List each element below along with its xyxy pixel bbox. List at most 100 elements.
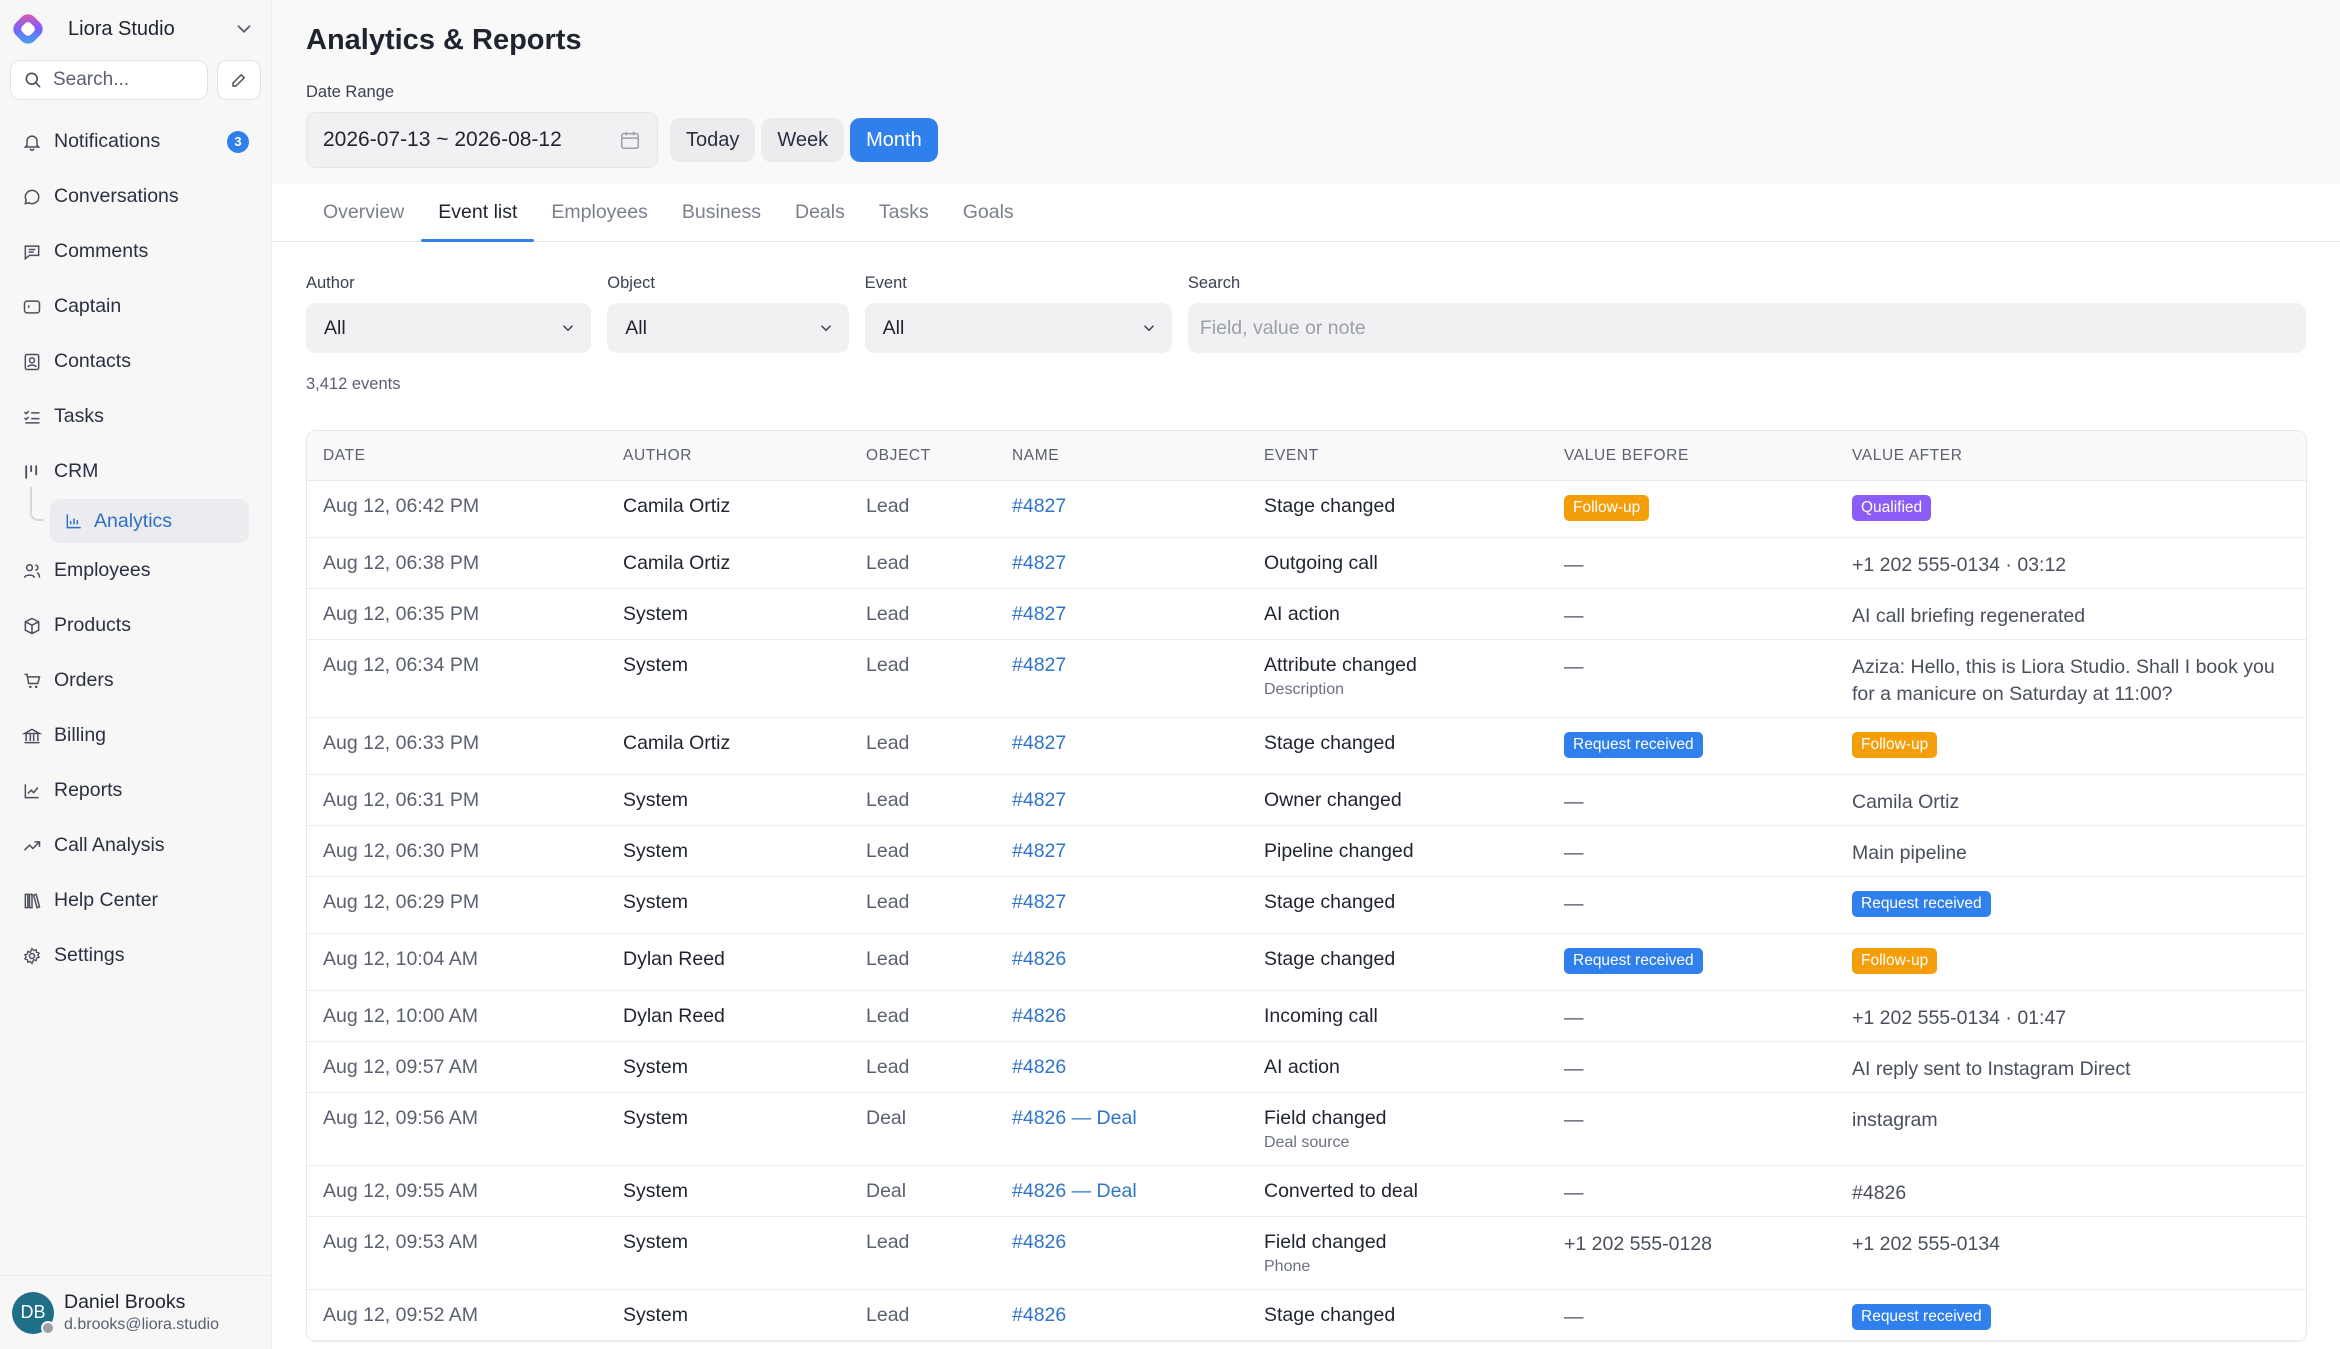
tab-event-list[interactable]: Event list (421, 184, 535, 242)
cell-object: Lead (866, 1304, 910, 1326)
table-row[interactable]: Aug 12, 10:00 AM Dylan Reed Lead #4826 Incom… (307, 991, 2306, 1042)
sidebar-item-orders[interactable]: Orders (0, 653, 271, 708)
page-title: Analytics & Reports (306, 24, 582, 56)
period-week-button[interactable]: Week (761, 118, 845, 162)
table-row[interactable]: Aug 12, 09:56 AM System Deal #4826 — Deal Fi… (307, 1093, 2306, 1166)
object-select[interactable]: All (607, 303, 849, 353)
column-header-object[interactable]: OBJECT (850, 447, 996, 465)
author-select[interactable]: All (306, 303, 592, 353)
cell-object: Lead (866, 840, 910, 862)
table-row[interactable]: Aug 12, 06:38 PM Camila Ortiz Lead #4827 Out… (307, 538, 2306, 589)
sidebar-item-notifications[interactable]: Notifications 3 (0, 114, 271, 169)
cell-name-link[interactable]: #4826 (996, 1056, 1248, 1079)
search-input[interactable]: Field, value or note (1187, 303, 2306, 353)
column-header-value-before[interactable]: VALUE BEFORE (1548, 447, 1836, 465)
status-badge: Follow-up (1564, 495, 1650, 521)
sidebar-item-reports[interactable]: Reports (0, 763, 271, 818)
cell-author: Dylan Reed (623, 1005, 725, 1027)
cell-name-link[interactable]: #4827 (996, 603, 1248, 626)
cell-value-after: Main pipeline (1836, 840, 2306, 867)
period-today-button[interactable]: Today (670, 118, 756, 162)
cell-name-link[interactable]: #4827 (996, 495, 1248, 518)
cell-name-link[interactable]: #4827 (996, 789, 1248, 812)
cell-name-link[interactable]: #4826 (996, 1304, 1248, 1327)
sidebar-item-label: Notifications (54, 130, 161, 152)
column-header-author[interactable]: AUTHOR (607, 447, 850, 465)
period-month-button[interactable]: Month (850, 118, 938, 162)
cell-event: Field changed Phone (1248, 1231, 1548, 1276)
column-header-date[interactable]: DATE (307, 447, 607, 465)
cell-author: System (623, 1107, 689, 1129)
table-row[interactable]: Aug 12, 09:53 AM System Lead #4826 Field cha… (307, 1217, 2306, 1290)
column-header-name[interactable]: NAME (996, 447, 1248, 465)
sidebar-item-contacts[interactable]: Contacts (0, 334, 271, 389)
cell-name-link[interactable]: #4826 (996, 1231, 1248, 1254)
cell-name-link[interactable]: #4826 (996, 948, 1248, 971)
sidebar-item-help-center[interactable]: Help Center (0, 873, 271, 928)
search-filter: Search Field, value or note (1187, 274, 2306, 353)
cell-name-link[interactable]: #4826 — Deal (996, 1107, 1248, 1130)
sidebar-search-placeholder: Search... (53, 69, 130, 90)
captain-icon (23, 299, 41, 314)
column-header-event[interactable]: EVENT (1248, 447, 1548, 465)
table-row[interactable]: Aug 12, 09:57 AM System Lead #4826 AI action… (307, 1042, 2306, 1093)
cell-name-link[interactable]: #4826 — Deal (996, 1180, 1248, 1203)
sidebar-item-tasks[interactable]: Tasks (0, 389, 271, 444)
cell-event: Field changed Deal source (1248, 1107, 1548, 1152)
event-type: Attribute changed (1264, 654, 1417, 676)
tab-deals[interactable]: Deals (778, 184, 862, 240)
table-row[interactable]: Aug 12, 06:33 PM Camila Ortiz Lead #4827 Sta… (307, 718, 2306, 775)
chevron-down-icon[interactable] (233, 18, 255, 40)
cell-value-before: — (1548, 840, 1836, 867)
sidebar-item-billing[interactable]: Billing (0, 708, 271, 763)
event-type: Field changed (1264, 1231, 1387, 1253)
table-row[interactable]: Aug 12, 06:34 PM System Lead #4827 Attribute… (307, 640, 2306, 718)
table-row[interactable]: Aug 12, 06:31 PM System Lead #4827 Owner cha… (307, 775, 2306, 826)
sidebar-item-call-analysis[interactable]: Call Analysis (0, 818, 271, 873)
cell-name-link[interactable]: #4827 (996, 552, 1248, 575)
table-row[interactable]: Aug 12, 06:35 PM System Lead #4827 AI action… (307, 589, 2306, 640)
sidebar-item-employees[interactable]: Employees (0, 543, 271, 598)
user-profile[interactable]: DB Daniel Brooks d.brooks@liora.studio (0, 1275, 271, 1349)
sidebar-item-conversations[interactable]: Conversations (0, 169, 271, 224)
cell-value-after: #4826 (1836, 1180, 2306, 1207)
cell-date: Aug 12, 06:33 PM (323, 732, 480, 754)
sidebar-subitem-analytics[interactable]: Analytics (30, 487, 249, 543)
workspace-switcher[interactable]: Liora Studio (0, 0, 271, 58)
date-range-value: 2026-07-13 ~ 2026-08-12 (323, 128, 562, 151)
table-row[interactable]: Aug 12, 06:30 PM System Lead #4827 Pipeline … (307, 826, 2306, 877)
tab-tasks[interactable]: Tasks (862, 184, 946, 240)
presence-dot (41, 1320, 55, 1335)
sidebar-item-settings[interactable]: Settings (0, 928, 271, 983)
event-type: Stage changed (1264, 1304, 1396, 1326)
sidebar-item-captain[interactable]: Captain (0, 279, 271, 334)
sidebar-item-comments[interactable]: Comments (0, 224, 271, 279)
sidebar-item-products[interactable]: Products (0, 598, 271, 653)
cell-name-link[interactable]: #4827 (996, 891, 1248, 914)
table-row[interactable]: Aug 12, 09:52 AM System Lead #4826 Stage cha… (307, 1290, 2306, 1341)
cell-object: Lead (866, 1231, 910, 1253)
event-select[interactable]: All (864, 303, 1172, 353)
date-range-input[interactable]: 2026-07-13 ~ 2026-08-12 (306, 112, 658, 168)
cell-name-link[interactable]: #4826 (996, 1005, 1248, 1028)
table-row[interactable]: Aug 12, 10:04 AM Dylan Reed Lead #4826 Stage… (307, 934, 2306, 991)
sidebar-search-input[interactable]: Search... (10, 60, 208, 100)
tab-employees[interactable]: Employees (534, 184, 664, 240)
event-table: DATE AUTHOR OBJECT NAME EVENT VALUE BEFO… (306, 430, 2307, 1342)
cell-name-link[interactable]: #4827 (996, 732, 1248, 755)
table-row[interactable]: Aug 12, 09:55 AM System Deal #4826 — Deal Co… (307, 1166, 2306, 1217)
cell-name-link[interactable]: #4827 (996, 840, 1248, 863)
event-type: Stage changed (1264, 891, 1396, 913)
value-text: — (1564, 605, 1584, 627)
table-row[interactable]: Aug 12, 06:42 PM Camila Ortiz Lead #4827 Sta… (307, 481, 2306, 538)
column-header-value-after[interactable]: VALUE AFTER (1836, 447, 2306, 465)
tab-goals[interactable]: Goals (946, 184, 1031, 240)
gear-icon (23, 946, 41, 965)
event-type: Incoming call (1264, 1005, 1378, 1027)
cell-date: Aug 12, 09:52 AM (323, 1304, 479, 1326)
tab-business[interactable]: Business (665, 184, 778, 240)
compose-button[interactable] (217, 60, 261, 100)
cell-name-link[interactable]: #4827 (996, 654, 1248, 677)
tab-overview[interactable]: Overview (306, 184, 421, 240)
table-row[interactable]: Aug 12, 06:29 PM System Lead #4827 Stage cha… (307, 877, 2306, 934)
